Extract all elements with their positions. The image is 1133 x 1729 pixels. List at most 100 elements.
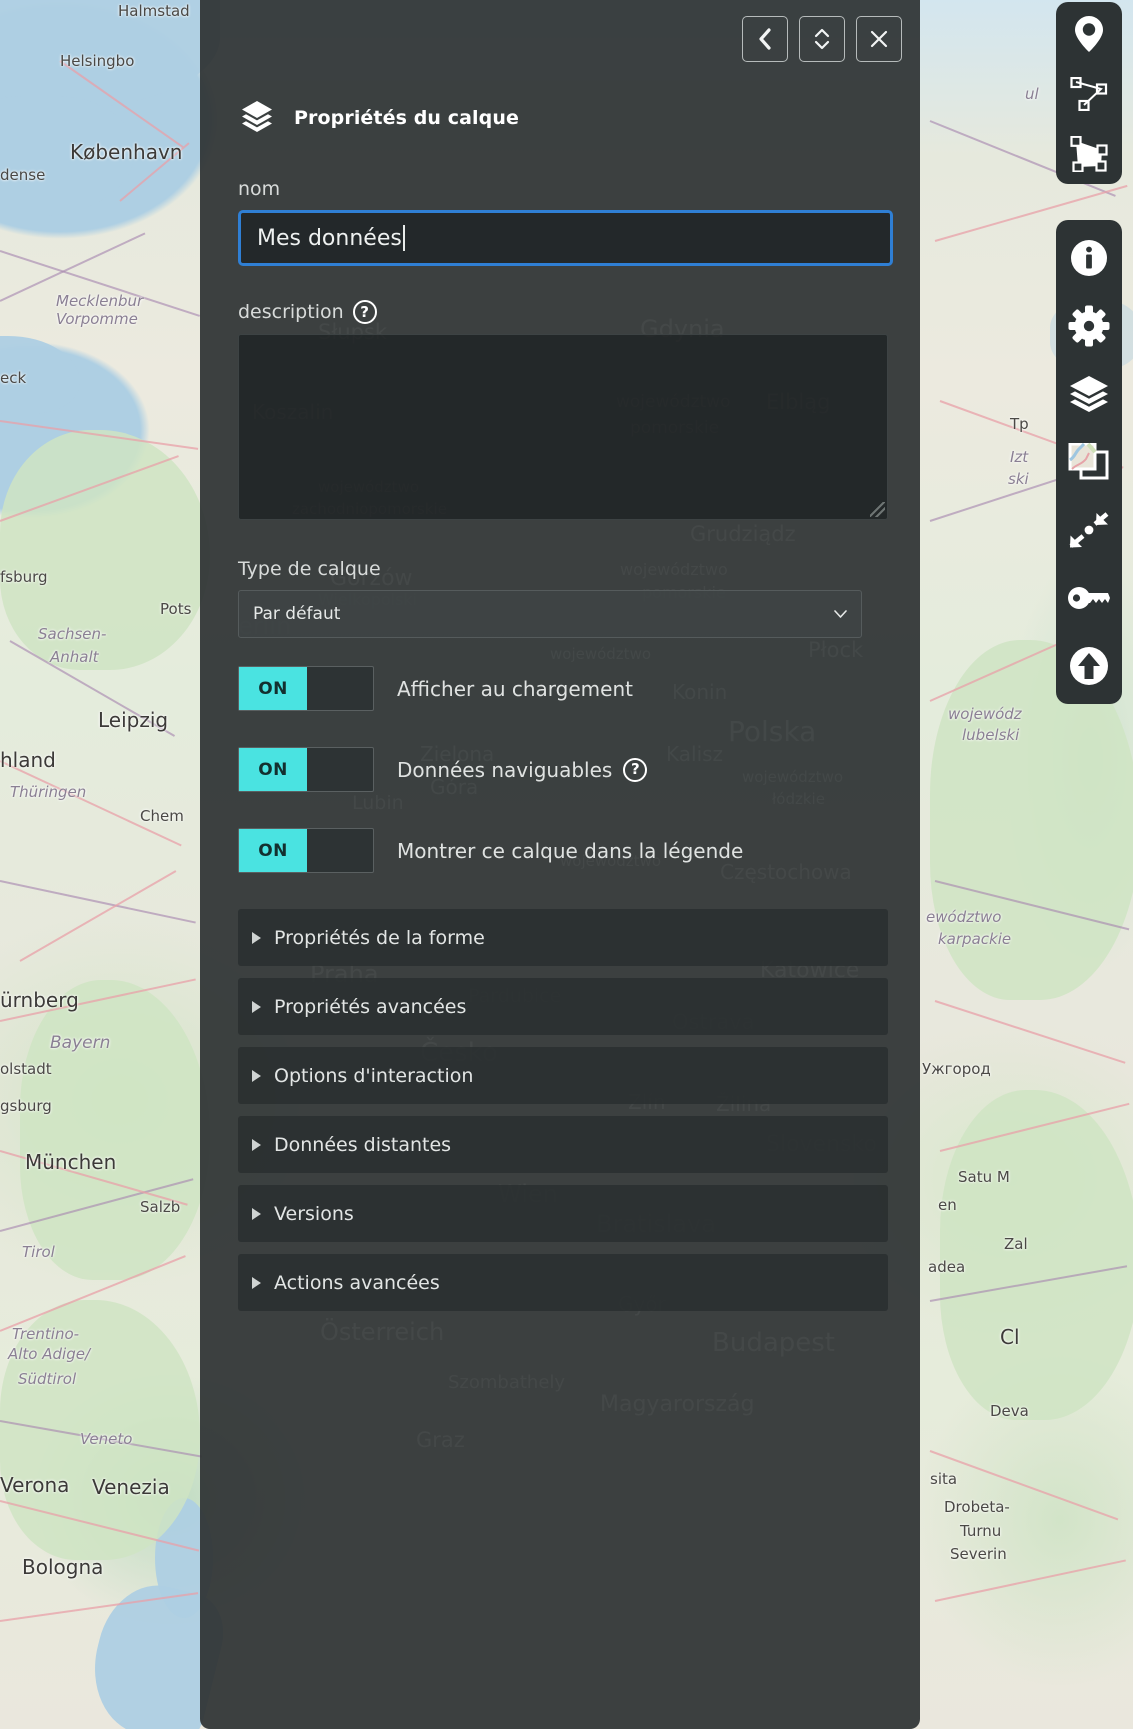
layer-type-select[interactable]: Par défaut xyxy=(238,590,862,638)
map-road-line xyxy=(935,1000,1126,1064)
accordion-section-3[interactable]: Options d'interaction xyxy=(238,1047,888,1104)
name-field-label: nom xyxy=(238,178,890,200)
triangle-right-icon xyxy=(252,1001,261,1013)
layers-button[interactable] xyxy=(1066,374,1112,414)
toggle-show-on-load[interactable]: ON xyxy=(238,666,374,711)
map-label: Izt xyxy=(1010,448,1028,466)
description-label-text: description xyxy=(238,301,344,323)
map-label: Drobeta- xyxy=(944,1498,1010,1516)
toggle-row-navigable-data: ON Données naviguables ? xyxy=(238,747,890,792)
map-landcover xyxy=(0,1300,200,1560)
draw-marker-button[interactable] xyxy=(1066,14,1112,54)
accordion-section-1[interactable]: Propriétés de la forme xyxy=(238,909,888,966)
toggle-label-show-in-legend: Montrer ce calque dans la légende xyxy=(397,839,743,863)
map-label: Ужгород xyxy=(922,1060,991,1078)
basemap-icon xyxy=(1068,443,1110,481)
map-label: Mecklenbur xyxy=(56,292,143,310)
toggle-label-text: Données naviguables xyxy=(397,758,612,782)
toggle-row-show-on-load: ON Afficher au chargement xyxy=(238,666,890,711)
toggle-state-label: ON xyxy=(239,667,307,710)
gear-icon xyxy=(1068,305,1110,347)
zoom-to-fit-icon xyxy=(1068,511,1110,549)
upload-button[interactable] xyxy=(1066,646,1112,686)
map-label-ghost: Graz xyxy=(416,1428,465,1452)
layers-icon xyxy=(1068,374,1110,414)
accordion-section-label: Versions xyxy=(274,1203,354,1225)
description-field-label: description ? xyxy=(238,300,890,324)
accordion-section-label: Options d'interaction xyxy=(274,1065,473,1087)
map-tools-toolbar xyxy=(1056,220,1122,704)
back-button[interactable] xyxy=(742,16,788,62)
map-label: ski xyxy=(1008,470,1029,488)
map-road-line xyxy=(935,1559,1126,1601)
map-label-ghost: Szombathely xyxy=(448,1372,565,1393)
upload-icon xyxy=(1068,645,1110,687)
map-label: ul xyxy=(1025,85,1039,103)
toggle-label-text: Montrer ce calque dans la légende xyxy=(397,839,743,863)
accordion-section-4[interactable]: Données distantes xyxy=(238,1116,888,1173)
accordion-section-label: Propriétés de la forme xyxy=(274,927,485,949)
toggle-show-in-legend[interactable]: ON xyxy=(238,828,374,873)
reorder-panel-button[interactable] xyxy=(799,16,845,62)
resize-handle[interactable] xyxy=(870,502,885,517)
map-label: Chem xyxy=(140,807,184,825)
accordion-sections: Propriétés de la forme Propriétés avancée… xyxy=(238,909,890,1311)
toggle-track xyxy=(307,829,373,872)
key-icon xyxy=(1067,585,1111,611)
panel-header: Propriétés du calque xyxy=(239,98,519,138)
map-label: Severin xyxy=(950,1545,1007,1563)
layer-properties-panel: SłupskGdyniaKoszalinwojewództwopomorskie… xyxy=(200,0,920,1729)
help-icon[interactable]: ? xyxy=(353,300,377,324)
layer-type-value: Par défaut xyxy=(253,604,340,624)
toggle-navigable-data[interactable]: ON xyxy=(238,747,374,792)
info-button[interactable] xyxy=(1066,238,1112,278)
zoom-to-fit-button[interactable] xyxy=(1066,510,1112,550)
info-icon xyxy=(1069,238,1109,278)
settings-button[interactable] xyxy=(1066,306,1112,346)
map-water-body xyxy=(0,96,135,216)
triangle-right-icon xyxy=(252,1277,261,1289)
toggle-state-label: ON xyxy=(239,829,307,872)
draw-polyline-button[interactable] xyxy=(1066,74,1112,114)
marker-pin-icon xyxy=(1074,15,1104,53)
close-button[interactable] xyxy=(856,16,902,62)
map-label: Thüringen xyxy=(10,783,86,801)
close-icon xyxy=(869,29,889,49)
help-icon[interactable]: ? xyxy=(623,758,647,782)
layer-properties-form: nom Mes données description ? Type de ca… xyxy=(238,178,890,1323)
panel-titlebar xyxy=(742,16,902,62)
accordion-section-label: Actions avancées xyxy=(274,1272,440,1294)
map-road-line xyxy=(930,1450,1119,1520)
name-input-value: Mes données xyxy=(257,226,402,251)
map-road-line xyxy=(0,760,182,846)
accordion-section-2[interactable]: Propriétés avancées xyxy=(238,978,888,1035)
toggle-row-show-in-legend: ON Montrer ce calque dans la légende xyxy=(238,828,890,873)
accordion-section-label: Données distantes xyxy=(274,1134,451,1156)
map-landcover xyxy=(0,430,210,670)
map-label: sita xyxy=(930,1470,957,1488)
api-key-button[interactable] xyxy=(1066,578,1112,618)
name-input[interactable]: Mes données xyxy=(238,210,893,266)
map-label: hland xyxy=(0,748,56,772)
draw-polygon-button[interactable] xyxy=(1066,134,1112,174)
map-road-line xyxy=(20,870,177,962)
accordion-section-5[interactable]: Versions xyxy=(238,1185,888,1242)
description-textarea[interactable] xyxy=(238,334,888,520)
toggle-track xyxy=(307,667,373,710)
map-label-ghost: Budapest xyxy=(712,1328,835,1358)
toggle-track xyxy=(307,748,373,791)
accordion-section-6[interactable]: Actions avancées xyxy=(238,1254,888,1311)
triangle-right-icon xyxy=(252,1070,261,1082)
toggle-state-label: ON xyxy=(239,748,307,791)
basemap-button[interactable] xyxy=(1066,442,1112,482)
page-title: Propriétés du calque xyxy=(294,107,519,129)
toggle-label-show-on-load: Afficher au chargement xyxy=(397,677,633,701)
map-border-line xyxy=(0,250,200,317)
polygon-icon xyxy=(1070,136,1108,172)
toggle-label-text: Afficher au chargement xyxy=(397,677,633,701)
triangle-right-icon xyxy=(252,1208,261,1220)
map-landcover xyxy=(940,1090,1133,1420)
layer-type-label: Type de calque xyxy=(238,558,890,580)
chevron-down-icon xyxy=(834,610,847,618)
layers-icon xyxy=(239,98,275,138)
